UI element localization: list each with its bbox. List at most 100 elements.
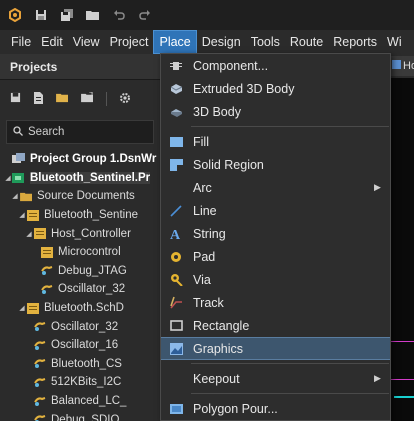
expand-arrow-icon[interactable]: ◢ — [4, 174, 12, 182]
quick-access-toolbar — [0, 0, 414, 30]
harness-icon — [33, 321, 47, 333]
menu-file[interactable]: File — [6, 30, 36, 54]
menu-project[interactable]: Project — [105, 30, 154, 54]
menu-tools[interactable]: Tools — [246, 30, 285, 54]
place-menu-item-pad[interactable]: Pad — [161, 245, 390, 268]
place-menu-item-polygon-pour[interactable]: Polygon Pour... — [161, 397, 390, 420]
line-icon — [168, 203, 184, 219]
tree-item[interactable]: Bluetooth_CS — [0, 355, 161, 374]
save-icon[interactable] — [34, 8, 48, 22]
design-canvas[interactable] — [390, 78, 414, 421]
document-tab[interactable]: Ho — [390, 56, 414, 76]
menu-separator — [191, 126, 389, 127]
menu-item-label: Polygon Pour... — [193, 401, 278, 416]
menu-item-label: String — [193, 226, 226, 241]
toolbar-divider — [106, 92, 107, 106]
menu-item-label: Line — [193, 203, 217, 218]
tree-item-label: Project Group 1.DsnWr — [30, 153, 157, 166]
canvas-wire — [390, 379, 414, 380]
tree-item[interactable]: Oscillator_16 — [0, 336, 161, 355]
schematic-icon — [40, 246, 54, 258]
tree-item-label: Bluetooth_CS — [51, 357, 122, 370]
place-menu-item-arc[interactable]: Arc ▶ — [161, 176, 390, 199]
document-icon[interactable] — [33, 91, 44, 107]
component-icon — [168, 58, 184, 74]
menu-item-label: Fill — [193, 134, 209, 149]
tree-item[interactable]: Oscillator_32 — [0, 280, 161, 299]
app-logo-icon[interactable] — [8, 8, 22, 22]
menu-item-label: Extruded 3D Body — [193, 81, 295, 96]
search-box[interactable] — [6, 120, 154, 144]
search-input[interactable] — [28, 126, 148, 138]
place-menu-item-string[interactable]: A String — [161, 222, 390, 245]
menu-item-label: Solid Region — [193, 157, 264, 172]
menu-item-label: Rectangle — [193, 318, 250, 333]
place-menu-item-keepout[interactable]: Keepout ▶ — [161, 367, 390, 390]
tree-item-label: 512KBits_I2C — [51, 376, 122, 389]
graphics-icon — [168, 341, 184, 357]
canvas-trace — [394, 396, 414, 398]
tree-item[interactable]: ◢ Source Documents — [0, 187, 161, 206]
place-menu-item-fill[interactable]: Fill — [161, 130, 390, 153]
place-menu-item-line[interactable]: Line — [161, 199, 390, 222]
menu-window[interactable]: Wi — [382, 30, 407, 54]
tree-item[interactable]: Oscillator_32 — [0, 317, 161, 336]
menu-item-label: 3D Body — [193, 104, 241, 119]
tree-item[interactable]: ◢ Bluetooth_Sentinel.Pr — [0, 169, 161, 188]
gear-icon[interactable] — [119, 92, 131, 107]
place-menu-item-track[interactable]: Track — [161, 291, 390, 314]
place-menu-item-extruded-3d-body[interactable]: Extruded 3D Body — [161, 77, 390, 100]
tree-item[interactable]: ◢ Bluetooth_Sentine — [0, 206, 161, 225]
place-menu-item-rectangle[interactable]: Rectangle — [161, 314, 390, 337]
tree-item-label: Source Documents — [37, 190, 135, 203]
expand-arrow-icon[interactable]: ◢ — [25, 230, 33, 238]
tree-item-label: Debug_JTAG — [58, 264, 127, 277]
track-icon — [168, 295, 184, 311]
tree-item-label: Bluetooth.SchD — [44, 302, 124, 315]
menu-design[interactable]: Design — [197, 30, 246, 54]
undo-icon[interactable] — [112, 8, 126, 22]
menu-reports[interactable]: Reports — [328, 30, 382, 54]
expand-arrow-icon[interactable]: ◢ — [18, 304, 26, 312]
tree-item-label: Debug_SDIO — [51, 413, 120, 421]
expand-arrow-icon[interactable]: ◢ — [11, 192, 19, 200]
tree-item-label: Bluetooth_Sentinel.Pr — [30, 171, 151, 184]
place-menu-item-graphics[interactable]: Graphics — [161, 337, 390, 360]
tree-item-label: Microcontrol — [58, 246, 121, 259]
menu-item-label: Arc — [193, 180, 212, 195]
place-menu-item-via[interactable]: Via — [161, 268, 390, 291]
blank-icon — [168, 371, 184, 387]
tree-item[interactable]: Project Group 1.DsnWr — [0, 150, 161, 169]
menu-item-label: Component... — [193, 58, 269, 73]
menu-route[interactable]: Route — [285, 30, 328, 54]
menu-item-label: Pad — [193, 249, 216, 264]
open-folder-icon[interactable] — [86, 8, 100, 22]
place-menu-item-component[interactable]: Component... — [161, 54, 390, 77]
solid-region-icon — [168, 157, 184, 173]
string-icon: A — [168, 226, 184, 242]
tree-item[interactable]: ◢ Host_Controller — [0, 224, 161, 243]
tree-item[interactable]: Microcontrol — [0, 243, 161, 262]
menu-place[interactable]: Place — [153, 30, 197, 54]
folder-arrow-icon[interactable] — [81, 91, 94, 106]
expand-arrow-icon[interactable]: ◢ — [18, 211, 26, 219]
save-all-icon[interactable] — [60, 8, 74, 22]
redo-icon[interactable] — [138, 8, 152, 22]
fill-icon — [168, 134, 184, 150]
menu-view[interactable]: View — [68, 30, 105, 54]
menu-separator — [191, 393, 389, 394]
place-menu-item-3d-body[interactable]: 3D Body — [161, 100, 390, 123]
tree-item[interactable]: Debug_SDIO — [0, 410, 161, 421]
open-folder-icon[interactable] — [56, 92, 69, 106]
harness-icon — [33, 395, 47, 407]
rectangle-icon — [168, 318, 184, 334]
tree-item[interactable]: 512KBits_I2C — [0, 373, 161, 392]
tree-item-label: Oscillator_32 — [51, 320, 119, 333]
save-icon[interactable] — [10, 92, 21, 106]
tree-item[interactable]: Balanced_LC_ — [0, 392, 161, 411]
place-menu-item-solid-region[interactable]: Solid Region — [161, 153, 390, 176]
menu-edit[interactable]: Edit — [36, 30, 68, 54]
pcb-project-icon — [12, 172, 26, 184]
tree-item[interactable]: Debug_JTAG — [0, 262, 161, 281]
tree-item[interactable]: ◢ Bluetooth.SchD — [0, 299, 161, 318]
